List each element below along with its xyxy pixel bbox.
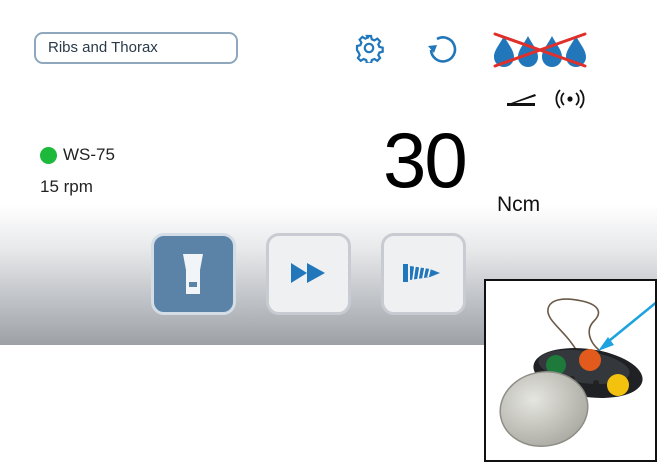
wireless-icon xyxy=(555,89,585,109)
torque-unit: Ncm xyxy=(497,193,541,216)
preset-selector[interactable]: Ribs and Thorax xyxy=(34,32,238,64)
device-label: WS-75 xyxy=(63,145,115,164)
pointer-arrow xyxy=(603,301,655,347)
torque-value: 30 xyxy=(383,116,468,204)
foot-control-photo xyxy=(484,279,657,462)
fast-forward-icon xyxy=(291,263,325,283)
speed-readout: 15 rpm xyxy=(40,177,93,196)
irrigation-off-icon[interactable] xyxy=(492,30,588,70)
gear-icon[interactable] xyxy=(354,33,384,63)
foot-pedal-icon xyxy=(507,94,536,106)
screw-icon xyxy=(403,264,440,282)
foot-control-illustration xyxy=(499,298,655,447)
screw-mode-button[interactable] xyxy=(381,233,466,315)
handpiece-icon xyxy=(183,254,203,294)
status-indicator xyxy=(40,146,57,164)
rotation-direction-icon[interactable] xyxy=(425,33,461,67)
device-status: WS-75 xyxy=(40,145,115,165)
handpiece-mode-button[interactable] xyxy=(151,233,236,315)
fast-forward-mode-button[interactable] xyxy=(266,233,351,315)
